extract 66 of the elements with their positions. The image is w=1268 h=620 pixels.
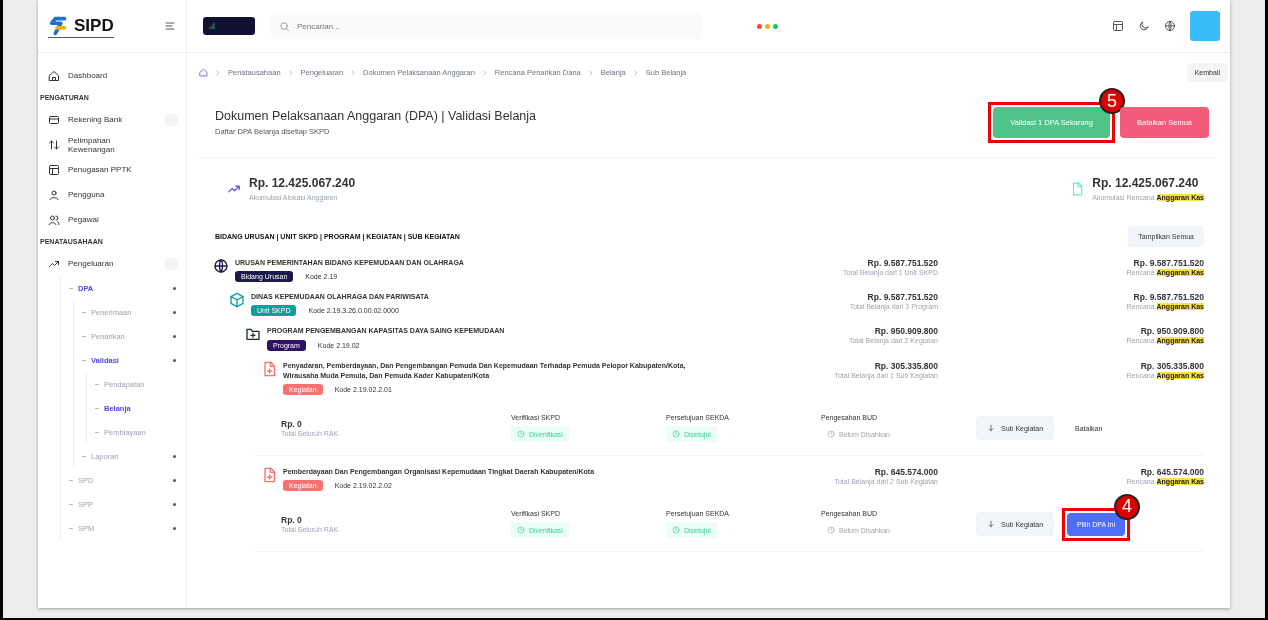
file-icon xyxy=(261,466,277,483)
callout-number: 5 xyxy=(1098,88,1125,114)
plan-amount: Rp. 9.587.751.520 xyxy=(1132,292,1204,303)
clock-icon xyxy=(827,430,835,439)
cube-icon xyxy=(229,292,245,309)
dash-icon xyxy=(82,455,86,457)
sidebar-item[interactable]: Rekening Bank xyxy=(38,107,186,132)
dash-icon xyxy=(82,311,86,313)
file-icon xyxy=(261,360,277,377)
total-amount: Rp. 950.909.800 xyxy=(873,326,938,337)
sidebar-item[interactable]: Pengguna xyxy=(38,182,186,207)
rak-amount: Rp. 0 xyxy=(281,419,303,430)
user-icon xyxy=(48,188,60,201)
layout-icon xyxy=(1112,20,1124,32)
home-icon xyxy=(199,68,208,77)
total-amount: Rp. 9.587.751.520 xyxy=(866,258,938,269)
total-amount: Rp. 9.587.751.520 xyxy=(866,292,938,303)
plan-amount: Rp. 9.587.751.520 xyxy=(1132,258,1204,269)
chevron-icon xyxy=(214,68,222,77)
avatar[interactable] xyxy=(1190,11,1220,41)
dash-icon xyxy=(82,335,86,337)
home-icon xyxy=(48,69,60,82)
app-logo: SIPD xyxy=(48,14,114,38)
card-icon xyxy=(48,113,60,126)
globe-icon xyxy=(1164,20,1176,32)
dash-icon xyxy=(95,407,99,409)
dash-icon xyxy=(69,527,73,529)
search-field[interactable]: Pencarian... xyxy=(271,13,701,39)
total-amount: Rp. 305.335.800 xyxy=(873,360,938,371)
total-amount: Rp. 645.574.000 xyxy=(873,466,938,477)
dash-icon xyxy=(69,479,73,481)
dash-icon xyxy=(69,503,73,505)
arrow-down-icon xyxy=(987,424,995,433)
sidebar-item[interactable]: Pengeluaran xyxy=(38,251,186,276)
clock-icon xyxy=(827,526,835,535)
menu-icon xyxy=(164,20,176,32)
transfer-icon xyxy=(48,138,60,151)
dash-icon xyxy=(95,431,99,433)
sidebar-item[interactable]: Pegawai xyxy=(38,207,186,232)
dash-icon xyxy=(82,359,86,361)
users-icon xyxy=(48,213,60,226)
dash-icon xyxy=(95,383,99,385)
summary-amount: Rp. 12.425.067.240 xyxy=(1092,176,1200,190)
document-icon xyxy=(1070,182,1085,197)
arrow-down-icon xyxy=(987,520,995,529)
moon-icon xyxy=(1138,20,1150,32)
clock-icon xyxy=(517,526,525,535)
clock-icon xyxy=(517,430,525,439)
rak-amount: Rp. 0 xyxy=(281,515,303,526)
callout-number: 4 xyxy=(1114,493,1141,520)
page-title: Dokumen Pelaksanaan Anggaran (DPA) | Validasi Belanja xyxy=(215,109,537,123)
plan-amount: Rp. 645.574.000 xyxy=(1139,466,1204,477)
dash-icon xyxy=(69,287,73,289)
clock-icon xyxy=(672,526,680,535)
sidebar-item[interactable]: Pelimpahan Kewenangan xyxy=(38,132,186,157)
summary-amount: Rp. 12.425.067.240 xyxy=(249,176,356,190)
folder-icon xyxy=(245,326,261,343)
sidebar-item[interactable]: Dashboard xyxy=(38,63,186,88)
plan-amount: Rp. 950.909.800 xyxy=(1139,326,1204,337)
layout-icon xyxy=(48,163,60,176)
plan-amount: Rp. 305.335.800 xyxy=(1139,360,1204,371)
globe-icon xyxy=(213,258,229,275)
dots-icon xyxy=(757,23,778,29)
clock-icon xyxy=(672,430,680,439)
signal-icon xyxy=(208,22,216,30)
sidebar-item[interactable]: Penugasan PPTK xyxy=(38,157,186,182)
